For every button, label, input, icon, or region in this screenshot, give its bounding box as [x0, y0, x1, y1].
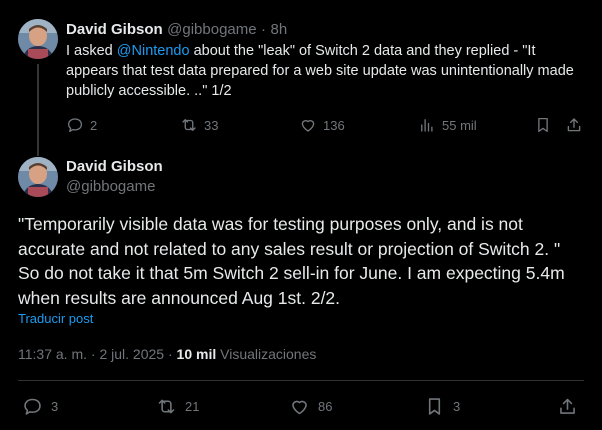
like-count: 136 — [323, 117, 345, 133]
avatar[interactable] — [18, 157, 58, 197]
thread-line — [37, 64, 39, 156]
reply-icon — [67, 118, 83, 133]
translate-post-link[interactable]: Traducir post — [18, 311, 93, 326]
author-handle[interactable]: @gibbogame — [66, 178, 155, 195]
bookmark-button[interactable] — [534, 116, 552, 134]
tweet-date[interactable]: 2 jul. 2025 — [99, 346, 164, 362]
reply-icon — [24, 398, 41, 415]
like-button[interactable]: 136 — [299, 116, 345, 134]
share-icon — [567, 118, 581, 132]
meta-separator: · — [167, 346, 173, 362]
views-button[interactable]: 55 mil — [418, 116, 477, 134]
views-icon — [421, 119, 433, 132]
views-count: 10 mil — [176, 346, 217, 362]
author-name[interactable]: David Gibson — [66, 158, 163, 175]
meta-separator: · — [90, 346, 96, 362]
views-count: 55 mil — [442, 117, 477, 133]
tweet1-text: I asked @Nintendo about the "leak" of Sw… — [66, 41, 586, 101]
repost-button[interactable]: 21 — [156, 396, 199, 417]
repost-icon — [158, 399, 175, 414]
mention-link[interactable]: @Nintendo — [117, 43, 190, 59]
author-handle[interactable]: @gibbogame — [167, 21, 256, 38]
reply-button[interactable]: 2 — [66, 116, 97, 134]
like-button[interactable]: 86 — [289, 396, 332, 417]
bookmark-icon — [428, 398, 441, 415]
tweet-time[interactable]: 11:37 a. m. — [18, 346, 87, 362]
tweet-meta: 11:37 a. m. · 2 jul. 2025 · 10 mil Visua… — [18, 346, 316, 362]
bookmark-count: 3 — [453, 399, 461, 414]
repost-button[interactable]: 33 — [180, 116, 218, 134]
tweet1-text-pre: I asked — [66, 43, 117, 59]
share-icon — [560, 398, 575, 414]
views-label: Visualizaciones — [220, 346, 317, 362]
heart-icon — [301, 120, 315, 132]
header-separator: · — [261, 21, 267, 38]
share-button[interactable] — [557, 396, 578, 417]
tweet2-text: "Temporarily visible data was for testin… — [18, 214, 565, 308]
reply-count: 2 — [90, 117, 98, 133]
tweet1-header: David Gibson @gibbogame · 8h — [66, 21, 287, 39]
divider — [18, 380, 584, 381]
share-button[interactable] — [565, 116, 583, 134]
repost-count: 33 — [204, 117, 219, 133]
bookmark-button[interactable]: 3 — [424, 396, 460, 417]
repost-icon — [182, 119, 196, 131]
reply-button[interactable]: 3 — [22, 396, 58, 417]
like-count: 86 — [318, 399, 333, 414]
avatar[interactable] — [18, 19, 58, 59]
repost-count: 21 — [185, 399, 200, 414]
bookmark-icon — [538, 117, 548, 133]
heart-icon — [292, 400, 307, 415]
tweet-time[interactable]: 8h — [271, 21, 288, 38]
reply-count: 3 — [51, 399, 59, 414]
author-name[interactable]: David Gibson — [66, 21, 163, 38]
